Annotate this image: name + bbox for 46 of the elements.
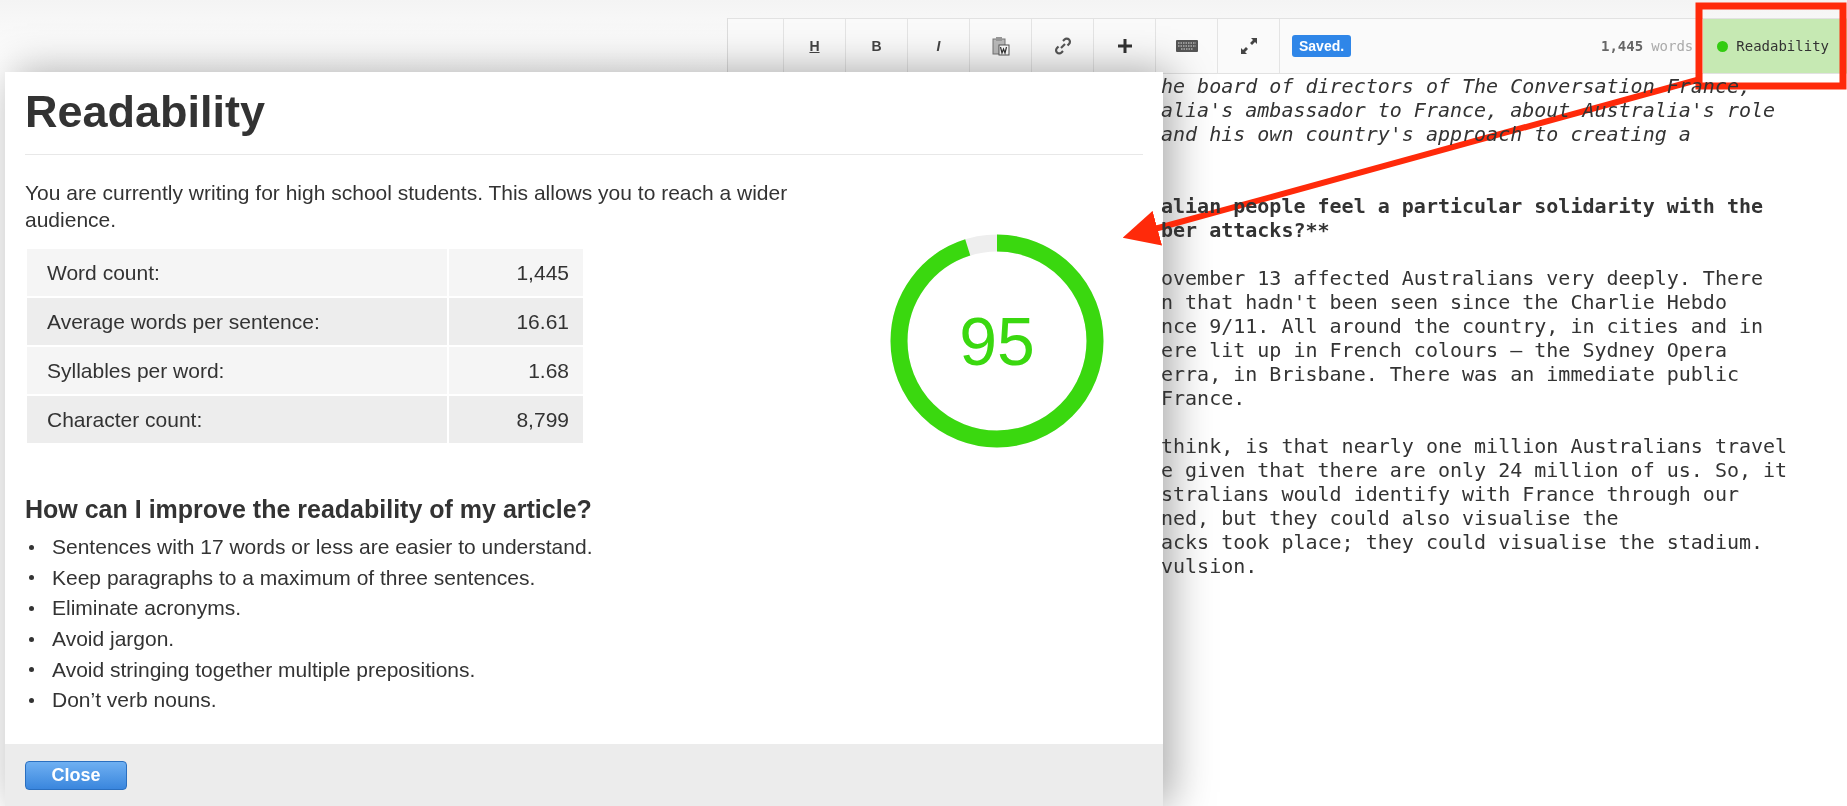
bullet-icon <box>29 636 34 642</box>
tip-text: Don’t verb nouns. <box>52 688 217 713</box>
stat-value: 1.68 <box>448 346 584 395</box>
editor-text-line: ovember 13 affected Australians very deeply. There <box>1161 266 1765 290</box>
editor-text-line: e given that there are only 24 million of us. So, it <box>1161 458 1789 482</box>
expand-icon <box>1240 38 1257 54</box>
word-count-unit: words <box>1651 38 1694 54</box>
stat-label: Average words per sentence: <box>26 297 448 346</box>
audience-text: You are currently writing for high school students. This allows you to reach a wider audience. <box>25 180 789 233</box>
stat-value: 1,445 <box>448 248 584 297</box>
tip-text: Avoid stringing together multiple prepositions. <box>52 657 476 682</box>
editor-text-line: France. <box>1161 386 1247 410</box>
tip-text: Sentences with 17 words or less are easier to understand. <box>52 535 593 560</box>
stat-value: 8,799 <box>448 395 584 444</box>
tip-text: Eliminate acronyms. <box>52 596 242 621</box>
plus-icon <box>1116 38 1133 54</box>
bullet-icon <box>29 575 34 581</box>
tips-heading: How can I improve the readability of my article? <box>25 495 593 524</box>
editor-text-line: acks took place; they could visualise the stadium. <box>1161 530 1765 554</box>
bullet-icon <box>29 667 34 673</box>
editor-text-line: ber attacks?** <box>1161 218 1331 242</box>
bullet-icon <box>29 544 34 550</box>
clipboard-icon <box>991 36 1010 56</box>
editor-text-line: ere lit up in French colours – the Sydney Opera <box>1161 338 1728 362</box>
tip-text: Keep paragraphs to a maximum of three sentences. <box>52 565 536 590</box>
saved-badge: Saved. <box>1292 35 1352 57</box>
link-icon <box>1053 37 1072 55</box>
editor-text-line: erra, in Brisbane. There was an immediate public <box>1161 362 1740 386</box>
editor-text-line: vulsion. <box>1161 554 1259 578</box>
keyboard-icon <box>1175 40 1198 52</box>
stat-label: Character count: <box>26 395 448 444</box>
editor-text-line: stralians would identify with France through our <box>1161 482 1740 506</box>
bullet-icon <box>29 606 34 611</box>
editor-text-line: ned, but they could also visualise the <box>1161 506 1620 530</box>
editor-text-line: nce 9/11. All around the country, in cities and in <box>1161 314 1765 338</box>
stat-value: 16.61 <box>448 297 584 346</box>
bullet-icon <box>29 697 34 703</box>
stat-label: Word count: <box>26 248 448 297</box>
editor-text-line: alian people feel a particular solidarity with the <box>1161 194 1765 218</box>
tip-text: Avoid jargon. <box>52 627 175 652</box>
word-count: 1,445 <box>1600 38 1644 54</box>
editor-text-line: n that hadn't been seen since the Charlie Hebdo <box>1161 290 1728 314</box>
editor-text-line: think, is that nearly one million Australians travel <box>1161 434 1789 458</box>
stat-label: Syllables per word: <box>26 346 448 395</box>
dialog-title: Readability <box>25 85 267 139</box>
readability-score: 95 <box>959 302 1035 380</box>
